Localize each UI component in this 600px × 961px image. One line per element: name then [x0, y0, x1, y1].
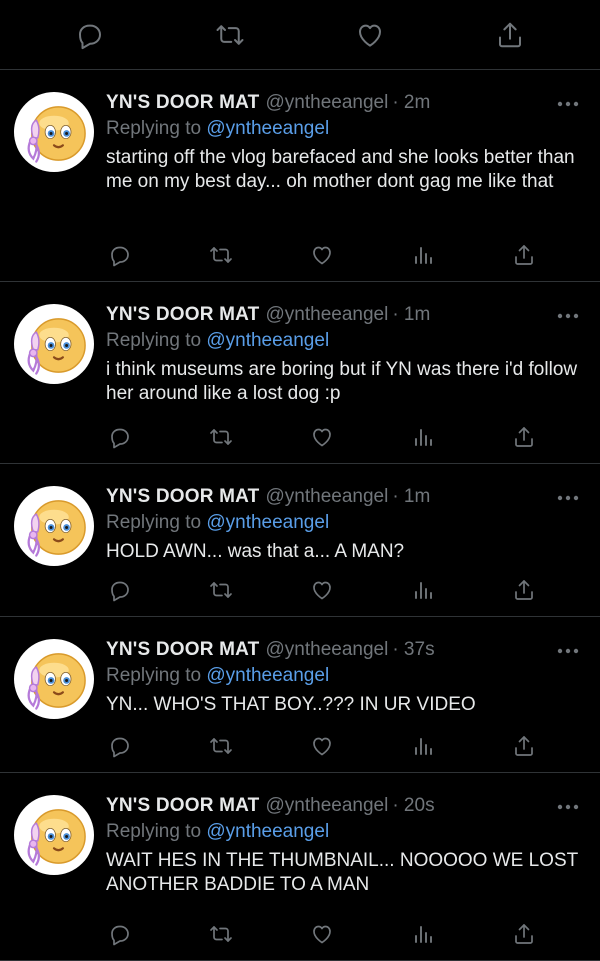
emoji-avatar-icon — [27, 653, 86, 710]
tweet-text: YN... WHO'S THAT BOY..??? IN UR VIDEO — [106, 694, 476, 715]
analytics-icon[interactable] — [409, 732, 437, 760]
tweet-text: i think museums are boring but if YN was… — [106, 359, 583, 404]
replying-to-label: Replying to — [106, 821, 202, 842]
like-icon[interactable] — [308, 920, 336, 948]
like-icon[interactable] — [308, 423, 336, 451]
replying-to-mention[interactable]: @yntheeangel — [206, 821, 329, 842]
more-options-icon[interactable] — [556, 490, 580, 501]
username-handle[interactable]: @yntheeangel — [266, 92, 389, 114]
retweet-icon[interactable] — [207, 241, 235, 269]
tweet[interactable]: YN'S DOOR MAT @yntheeangel · 1m Replying… — [0, 464, 600, 617]
avatar[interactable] — [14, 639, 94, 719]
replying-to-label: Replying to — [106, 330, 202, 351]
share-icon[interactable] — [510, 576, 538, 604]
reply-icon[interactable] — [106, 920, 134, 948]
tweet-text: WAIT HES IN THE THUMBNAIL... NOOOOO WE L… — [106, 850, 583, 895]
replying-to-label: Replying to — [106, 512, 202, 533]
retweet-icon[interactable] — [207, 576, 235, 604]
like-icon[interactable] — [308, 576, 336, 604]
more-options-icon[interactable] — [556, 643, 580, 654]
share-icon[interactable] — [490, 15, 530, 55]
avatar[interactable] — [14, 304, 94, 384]
more-options-icon[interactable] — [556, 308, 580, 319]
username-handle[interactable]: @yntheeangel — [266, 795, 389, 817]
tweet-text: HOLD AWN... was that a... A MAN? — [106, 541, 405, 562]
reply-thread: YN'S DOOR MAT @yntheeangel · 2m Replying… — [0, 70, 600, 961]
display-name[interactable]: YN'S DOOR MAT — [106, 92, 260, 114]
emoji-avatar-icon — [27, 318, 86, 375]
like-icon[interactable] — [308, 241, 336, 269]
analytics-icon[interactable] — [409, 423, 437, 451]
top-action-bar — [0, 0, 600, 70]
display-name[interactable]: YN'S DOOR MAT — [106, 304, 260, 326]
emoji-avatar-icon — [27, 500, 86, 557]
tweet-header: YN'S DOOR MAT @yntheeangel · 37s — [106, 639, 582, 661]
like-icon[interactable] — [308, 732, 336, 760]
reply-icon[interactable] — [70, 15, 110, 55]
username-handle[interactable]: @yntheeangel — [266, 639, 389, 661]
reply-icon[interactable] — [106, 241, 134, 269]
tweet-header: YN'S DOOR MAT @yntheeangel · 2m — [106, 92, 582, 114]
share-icon[interactable] — [510, 732, 538, 760]
username-handle[interactable]: @yntheeangel — [266, 304, 389, 326]
tweet-actions — [106, 423, 538, 451]
replying-to-line: Replying to @yntheeangel — [106, 330, 582, 352]
reply-icon[interactable] — [106, 576, 134, 604]
share-icon[interactable] — [510, 423, 538, 451]
display-name[interactable]: YN'S DOOR MAT — [106, 486, 260, 508]
display-name[interactable]: YN'S DOOR MAT — [106, 639, 260, 661]
tweet-actions — [106, 732, 538, 760]
replying-to-label: Replying to — [106, 118, 202, 139]
tweet-actions — [106, 920, 538, 948]
analytics-icon[interactable] — [409, 241, 437, 269]
replying-to-line: Replying to @yntheeangel — [106, 665, 582, 687]
tweet-header: YN'S DOOR MAT @yntheeangel · 1m — [106, 304, 582, 326]
timestamp[interactable]: · 2m — [392, 92, 430, 114]
avatar[interactable] — [14, 486, 94, 566]
display-name[interactable]: YN'S DOOR MAT — [106, 795, 260, 817]
tweet[interactable]: YN'S DOOR MAT @yntheeangel · 37s Replyin… — [0, 617, 600, 773]
reply-icon[interactable] — [106, 732, 134, 760]
avatar[interactable] — [14, 795, 94, 875]
analytics-icon[interactable] — [409, 920, 437, 948]
replying-to-mention[interactable]: @yntheeangel — [206, 512, 329, 533]
tweet-header: YN'S DOOR MAT @yntheeangel · 20s — [106, 795, 582, 817]
share-icon[interactable] — [510, 920, 538, 948]
username-handle[interactable]: @yntheeangel — [266, 486, 389, 508]
tweet-actions — [106, 576, 538, 604]
avatar[interactable] — [14, 92, 94, 172]
replying-to-line: Replying to @yntheeangel — [106, 512, 582, 534]
tweet-header: YN'S DOOR MAT @yntheeangel · 1m — [106, 486, 582, 508]
like-icon[interactable] — [350, 15, 390, 55]
emoji-avatar-icon — [27, 106, 86, 163]
retweet-icon[interactable] — [207, 732, 235, 760]
replying-to-mention[interactable]: @yntheeangel — [206, 665, 329, 686]
replying-to-line: Replying to @yntheeangel — [106, 118, 582, 140]
more-options-icon[interactable] — [556, 96, 580, 107]
timestamp[interactable]: · 1m — [392, 486, 430, 508]
tweet[interactable]: YN'S DOOR MAT @yntheeangel · 1m Replying… — [0, 282, 600, 464]
replying-to-line: Replying to @yntheeangel — [106, 821, 582, 843]
analytics-icon[interactable] — [409, 576, 437, 604]
timestamp[interactable]: · 1m — [392, 304, 430, 326]
tweet[interactable]: YN'S DOOR MAT @yntheeangel · 20s Replyin… — [0, 773, 600, 961]
more-options-icon[interactable] — [556, 799, 580, 810]
retweet-icon[interactable] — [210, 15, 250, 55]
emoji-avatar-icon — [27, 809, 86, 866]
timestamp[interactable]: · 37s — [392, 639, 434, 661]
tweet-text: starting off the vlog barefaced and she … — [106, 147, 580, 192]
replying-to-mention[interactable]: @yntheeangel — [206, 330, 329, 351]
retweet-icon[interactable] — [207, 920, 235, 948]
retweet-icon[interactable] — [207, 423, 235, 451]
replying-to-mention[interactable]: @yntheeangel — [206, 118, 329, 139]
share-icon[interactable] — [510, 241, 538, 269]
reply-icon[interactable] — [106, 423, 134, 451]
tweet-actions — [106, 241, 538, 269]
replying-to-label: Replying to — [106, 665, 202, 686]
tweet[interactable]: YN'S DOOR MAT @yntheeangel · 2m Replying… — [0, 70, 600, 282]
timestamp[interactable]: · 20s — [392, 795, 434, 817]
